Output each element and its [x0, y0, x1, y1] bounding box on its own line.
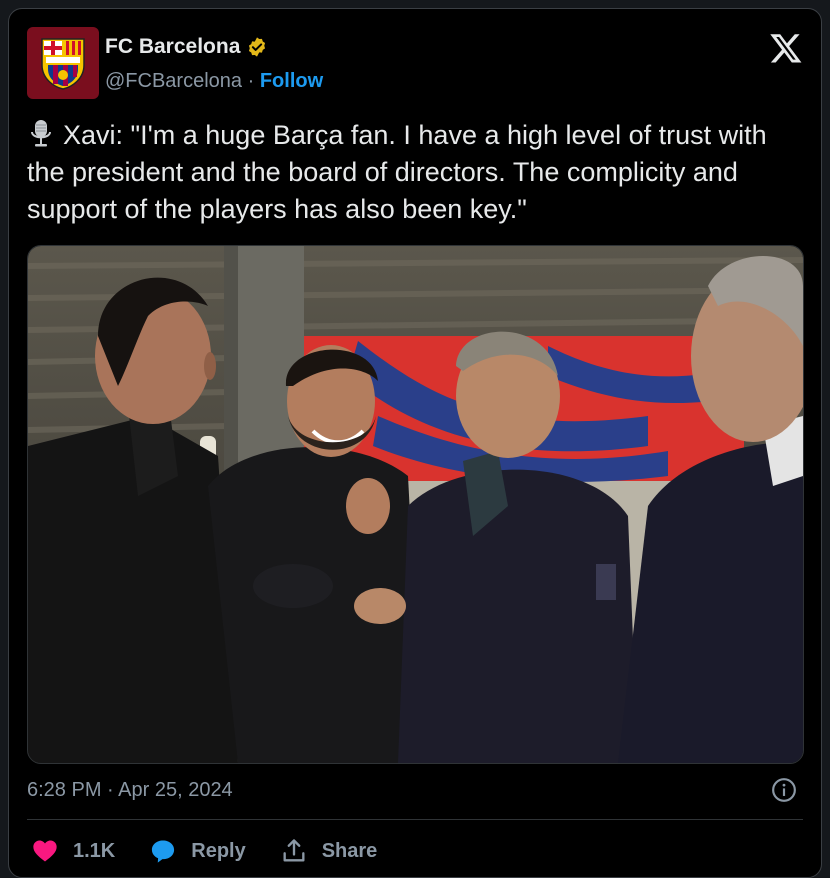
tweet-card: FC Barcelona @FCBarcelona · Follow Xavi:… — [8, 8, 822, 878]
share-upload-icon — [283, 839, 305, 862]
handle-row: @FCBarcelona · Follow — [105, 70, 323, 93]
reply-label: Reply — [191, 839, 246, 862]
fcb-crest-icon — [41, 38, 85, 90]
separator-dot: · — [247, 70, 255, 92]
account-name-row: FC Barcelona — [105, 35, 268, 59]
tweet-timestamp[interactable]: 6:28 PM · Apr 25, 2024 — [27, 779, 233, 802]
follow-button[interactable]: Follow — [260, 70, 323, 92]
heart-icon — [33, 840, 57, 862]
like-count: 1.1K — [73, 839, 116, 862]
avatar[interactable] — [27, 27, 99, 99]
tweet-photo[interactable] — [27, 245, 804, 764]
tweet-text-block: Xavi: "I'm a huge Barça fan. I have a hi… — [27, 117, 807, 228]
tweet-text: Xavi: "I'm a huge Barça fan. I have a hi… — [27, 120, 767, 224]
account-handle[interactable]: @FCBarcelona — [105, 70, 242, 92]
microphone-emoji-icon — [31, 120, 51, 147]
divider — [27, 819, 803, 820]
reply-button[interactable]: Reply — [149, 837, 246, 865]
share-button[interactable]: Share — [280, 837, 378, 865]
info-icon[interactable] — [771, 777, 797, 803]
x-logo-icon[interactable] — [769, 31, 803, 65]
share-label: Share — [321, 839, 378, 862]
action-bar: 1.1K Reply Share — [31, 837, 411, 865]
photo-four-men-talking — [28, 246, 803, 763]
like-button[interactable]: 1.1K — [31, 837, 115, 865]
account-name[interactable]: FC Barcelona — [105, 35, 240, 59]
reply-bubble-icon — [152, 840, 175, 863]
verified-badge-icon — [249, 37, 266, 57]
